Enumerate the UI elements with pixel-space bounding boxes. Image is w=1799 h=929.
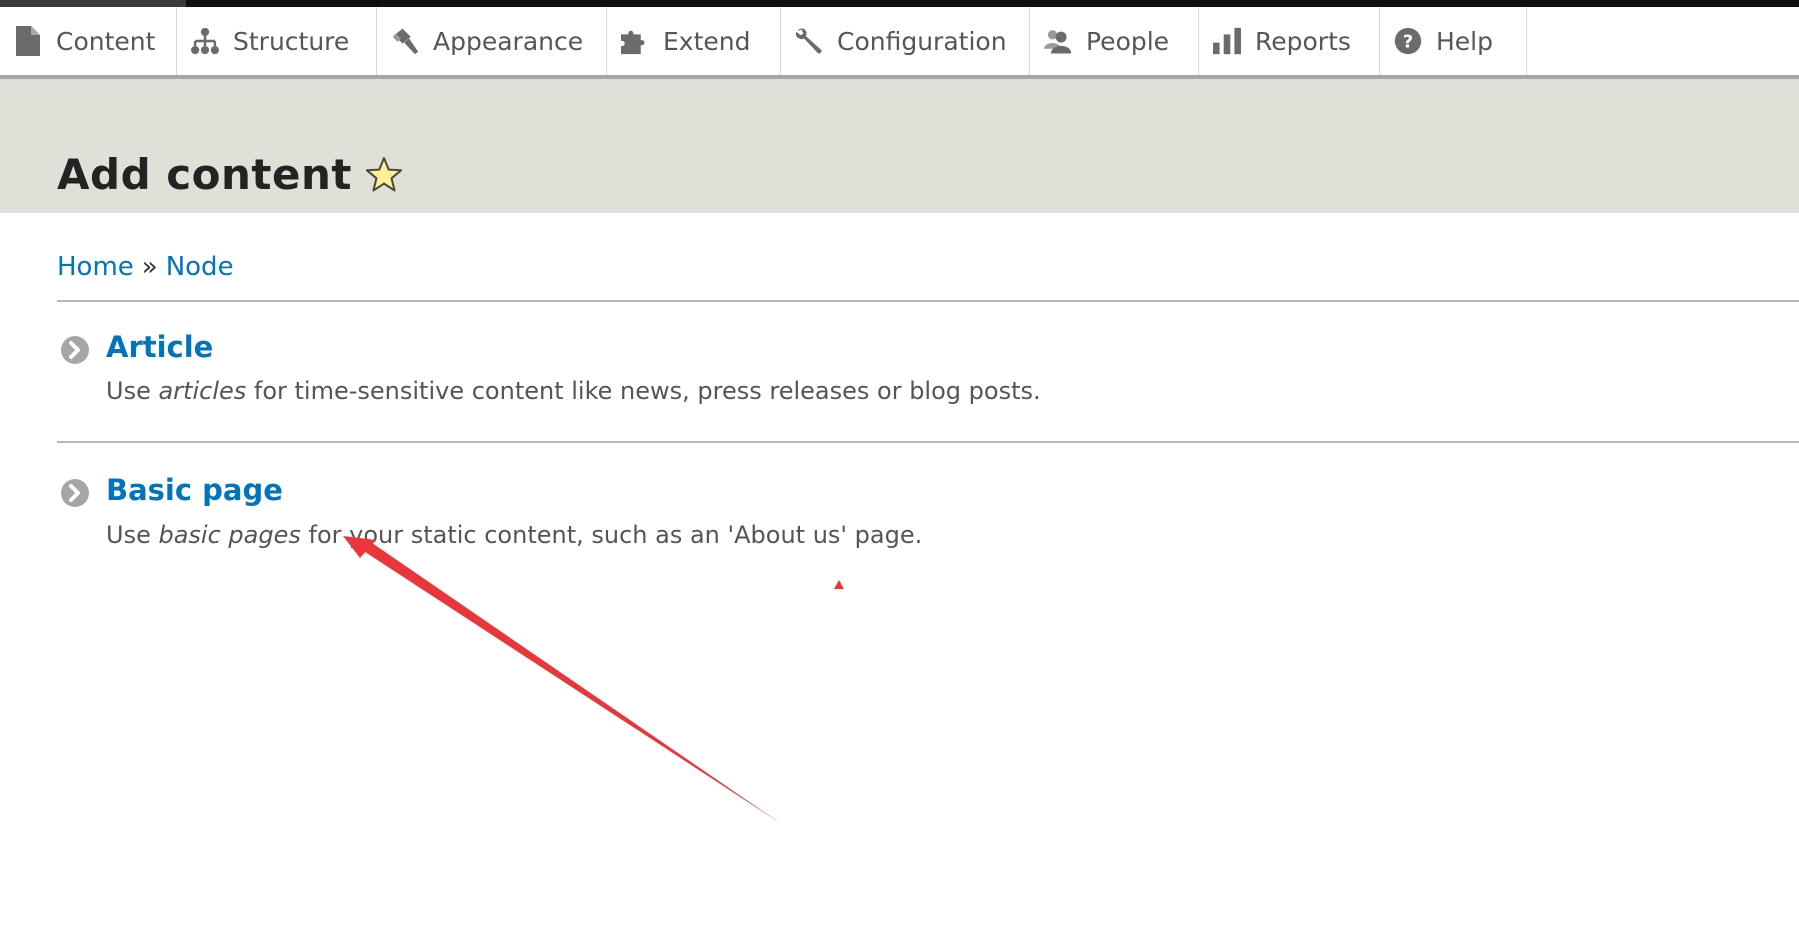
breadcrumb-home-link[interactable]: Home xyxy=(57,252,134,282)
sitemap-icon xyxy=(191,24,219,58)
toolbar-label-content: Content xyxy=(56,26,156,56)
toolbar-item-extend[interactable]: Extend xyxy=(607,7,781,75)
divider xyxy=(57,441,1799,443)
top-strip-accent xyxy=(0,0,186,7)
annotation-marker xyxy=(834,580,844,589)
admin-toolbar: Content Structure Appearance Extend Conf… xyxy=(0,7,1799,79)
article-desc-prefix: Use xyxy=(106,377,159,405)
toolbar-label-reports: Reports xyxy=(1255,26,1351,56)
toolbar-item-help[interactable]: ? Help xyxy=(1380,7,1527,75)
toolbar-label-configuration: Configuration xyxy=(837,26,1007,56)
star-icon[interactable] xyxy=(364,155,404,195)
toolbar-item-structure[interactable]: Structure xyxy=(177,7,377,75)
content-type-basic-page-description: Use basic pages for your static content,… xyxy=(106,521,922,549)
toolbar-item-configuration[interactable]: Configuration xyxy=(781,7,1030,75)
breadcrumb-node-link[interactable]: Node xyxy=(166,252,234,282)
toolbar-label-people: People xyxy=(1086,26,1170,56)
content-type-basic-page-link[interactable]: Basic page xyxy=(106,473,283,507)
chevron-right-icon xyxy=(60,478,90,508)
page-title: Add content xyxy=(57,150,352,199)
breadcrumb: Home» Node xyxy=(57,252,234,282)
top-strip xyxy=(0,0,1799,7)
basic-page-desc-suffix: for your static content, such as an 'Abo… xyxy=(300,521,923,549)
divider xyxy=(57,300,1799,302)
toolbar-label-structure: Structure xyxy=(233,26,350,56)
people-icon xyxy=(1044,24,1072,58)
toolbar-item-content[interactable]: Content xyxy=(0,7,177,75)
toolbar-label-help: Help xyxy=(1436,26,1493,56)
bar-chart-icon xyxy=(1213,24,1241,58)
chevron-right-icon xyxy=(60,335,90,365)
toolbar-item-people[interactable]: People xyxy=(1030,7,1199,75)
toolbar-label-extend: Extend xyxy=(663,26,751,56)
help-icon: ? xyxy=(1394,24,1422,58)
puzzle-icon xyxy=(621,24,649,58)
breadcrumb-separator: » xyxy=(141,252,158,282)
toolbar-item-reports[interactable]: Reports xyxy=(1199,7,1380,75)
content-type-article-link[interactable]: Article xyxy=(106,330,213,364)
basic-page-desc-emphasis: basic pages xyxy=(158,521,301,549)
article-desc-suffix: for time-sensitive content like news, pr… xyxy=(246,377,1041,405)
basic-page-desc-prefix: Use xyxy=(106,521,159,549)
paintbrush-icon xyxy=(391,24,419,58)
article-desc-emphasis: articles xyxy=(158,377,247,405)
wrench-icon xyxy=(795,24,823,58)
annotation-arrow xyxy=(362,543,780,823)
document-icon xyxy=(14,24,42,58)
toolbar-label-appearance: Appearance xyxy=(433,26,584,56)
toolbar-item-appearance[interactable]: Appearance xyxy=(377,7,607,75)
svg-text:?: ? xyxy=(1403,32,1414,53)
content-type-article-description: Use articles for time-sensitive content … xyxy=(106,377,1041,405)
